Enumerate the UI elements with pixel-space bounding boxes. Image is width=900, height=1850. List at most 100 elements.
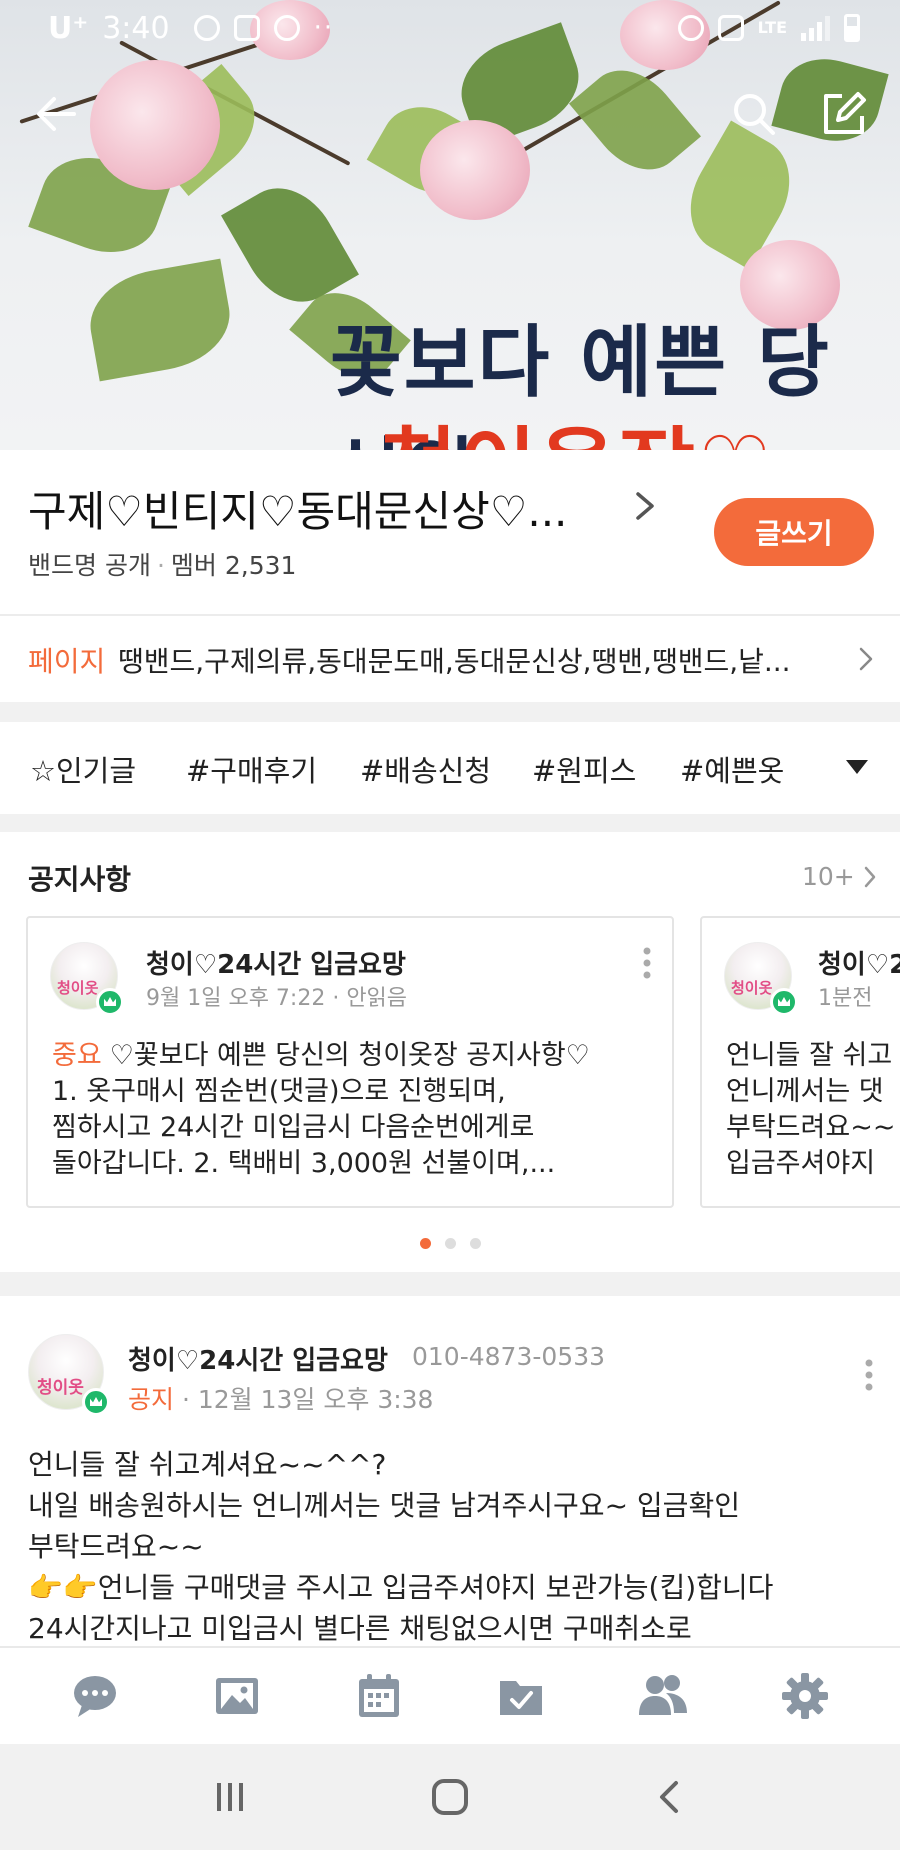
back-arrow-icon: [37, 97, 76, 131]
nav-calendar[interactable]: [349, 1666, 409, 1726]
home-button[interactable]: [420, 1767, 480, 1827]
notice-line: 언니들 잘 쉬고: [726, 1040, 893, 1071]
battery-icon: [844, 14, 860, 42]
crown-icon: [82, 1388, 110, 1416]
tag-popular[interactable]: ☆인기글: [30, 748, 136, 790]
system-navigation: [0, 1744, 900, 1850]
back-button[interactable]: [30, 88, 82, 140]
instagram-icon: [193, 15, 220, 41]
nav-chat[interactable]: [65, 1666, 125, 1726]
home-icon: [432, 1779, 468, 1815]
gallery-icon: [233, 15, 260, 41]
notice-body: 중요 ♡꽃보다 예쁜 당신의 청이옷장 공지사항♡ 1. 옷구매시 찜순번(댓글)…: [52, 1038, 662, 1182]
section-gap: [0, 702, 900, 722]
post-phone: 010-4873-0533: [412, 1342, 606, 1371]
image-icon: [216, 1678, 258, 1714]
notice-body: 언니들 잘 쉬고 언니께서는 댓 부탁드려요~~ 입금주셔야지: [726, 1038, 900, 1182]
band-cover-image: 꽃보다 예쁜 당신의 청이옷장♡: [0, 0, 900, 450]
pager-dot: [419, 1238, 431, 1249]
piggy-bank-icon: [273, 15, 300, 41]
notice-title: 공지사항: [28, 863, 132, 896]
page-tags: 땡밴드,구제의류,동대문도매,동대문신상,땡밴,땡밴드,낱...: [118, 645, 791, 678]
notice-date: 1분전: [818, 986, 873, 1011]
status-time: 3:40: [102, 10, 170, 46]
tag-pretty-clothes[interactable]: #예쁜옷: [680, 748, 784, 790]
post-date: · 12월 13일 오후 3:38: [181, 1385, 434, 1414]
hashtag-tabs: ☆인기글 #구매후기 #배송신청 #원피스 #예쁜옷: [0, 722, 900, 814]
tag-dress[interactable]: #원피스: [532, 748, 636, 790]
important-label: 중요: [52, 1040, 102, 1071]
notice-date: 9월 1일 오후 7:22 · 안읽음: [146, 986, 408, 1011]
notice-line: 찜하시고 24시간 미입금시 다음순번에게로: [52, 1112, 535, 1143]
member-count[interactable]: 멤버 2,531: [171, 551, 297, 580]
notice-count[interactable]: 10+: [802, 862, 855, 891]
band-name[interactable]: 구제♡빈티지♡동대문신상♡...: [28, 478, 567, 539]
notice-line: 1. 옷구매시 찜순번(댓글)으로 진행되며,: [52, 1076, 506, 1107]
crown-icon: [770, 988, 798, 1016]
nav-settings[interactable]: [775, 1666, 835, 1726]
post-line: 부탁드려요~~: [28, 1530, 204, 1563]
calendar-icon: [359, 1674, 399, 1717]
signal-icon: [801, 15, 830, 41]
more-options-icon[interactable]: [864, 1358, 874, 1392]
avatar-text: 청이옷: [731, 979, 773, 997]
more-options-icon[interactable]: [642, 946, 652, 980]
band-visibility: 밴드명 공개: [28, 551, 151, 580]
system-back-button[interactable]: [640, 1767, 700, 1827]
search-button[interactable]: [728, 88, 780, 140]
nav-files[interactable]: [491, 1666, 551, 1726]
nav-members[interactable]: [633, 1666, 693, 1726]
post-body: 언니들 잘 쉬고계셔요~~^^? 내일 배송원하시는 언니께서는 댓글 남겨주시…: [28, 1444, 888, 1646]
notice-label: 공지: [128, 1385, 175, 1414]
post-line: 언니들 잘 쉬고계셔요~~^^?: [28, 1448, 387, 1481]
compose-icon: [824, 92, 866, 134]
post-line: 👉👉언니들 구매댓글 주시고 입금주셔야지 보관가능(킵)합니다: [28, 1571, 774, 1604]
notice-line: 부탁드려요~~: [726, 1112, 896, 1143]
tag-purchase-review[interactable]: #구매후기: [186, 748, 317, 790]
post-meta: 공지 · 12월 13일 오후 3:38: [128, 1380, 433, 1416]
avatar-text: 청이옷: [57, 979, 99, 997]
recent-apps-icon: [217, 1783, 243, 1811]
back-chevron-icon: [660, 1781, 678, 1813]
recent-apps-button[interactable]: [200, 1767, 260, 1827]
tag-shipping-request[interactable]: #배송신청: [360, 748, 491, 790]
search-icon: [734, 94, 775, 135]
mute-icon: [717, 15, 744, 41]
expand-tags-icon[interactable]: [846, 760, 868, 774]
more-notifications-icon: ··: [313, 13, 335, 43]
carrier-label: U⁺: [48, 10, 89, 46]
avatar-text: 청이옷: [37, 1378, 84, 1398]
chevron-right-icon: [859, 647, 873, 671]
notice-author: 청이♡24시간 입금요망: [146, 950, 406, 980]
bottom-navigation: [0, 1646, 900, 1744]
section-gap: [0, 814, 900, 832]
post-author[interactable]: 청이♡24시간 입금요망: [128, 1340, 388, 1377]
notice-line: ♡꽃보다 예쁜 당신의 청이옷장 공지사항♡: [109, 1040, 590, 1071]
section-gap: [0, 1272, 900, 1296]
alarm-icon: [677, 15, 704, 41]
write-post-button[interactable]: 글쓰기: [714, 498, 874, 566]
carousel-pager: [0, 1238, 900, 1249]
compose-button[interactable]: [818, 88, 870, 140]
notice-line: 입금주셔야지: [726, 1148, 876, 1179]
nav-photos[interactable]: [207, 1666, 267, 1726]
chat-bubble-icon: [74, 1676, 116, 1717]
lte-label: LTE: [757, 18, 787, 37]
notice-section: 공지사항 10+ 청이옷 청이♡24시간 입금요망 9월 1일 오후 7:22 …: [0, 832, 900, 1272]
gear-icon: [782, 1673, 828, 1719]
status-bar: U⁺ 3:40 ·· LTE: [0, 0, 900, 56]
members-icon: [639, 1675, 687, 1715]
feed-post[interactable]: 청이옷 청이♡24시간 입금요망 010-4873-0533 공지 · 12월 …: [0, 1296, 900, 1646]
notice-line: 돌아갑니다. 2. 택배비 3,000원 선불이며,...: [52, 1148, 556, 1179]
pager-dot: [469, 1238, 481, 1249]
page-link-row[interactable]: 페이지 땡밴드,구제의류,동대문도매,동대문신상,땡밴,땡밴드,낱...: [0, 616, 900, 702]
crown-icon: [96, 988, 124, 1016]
folder-check-icon: [500, 1681, 542, 1715]
chevron-right-icon[interactable]: [862, 864, 878, 890]
chevron-right-icon[interactable]: [630, 486, 660, 526]
cover-subline: 청이옷장♡: [380, 400, 774, 450]
post-line: 내일 배송원하시는 언니께서는 댓글 남겨주시구요~ 입금확인: [28, 1489, 740, 1522]
notice-card[interactable]: 청이옷 청이♡24시간 입금요망 9월 1일 오후 7:22 · 안읽음 중요 ♡…: [26, 916, 674, 1208]
notice-card[interactable]: 청이옷 청이♡2 1분전 언니들 잘 쉬고 언니께서는 댓 부탁드려요~~ 입금…: [700, 916, 900, 1208]
post-line: 24시간지나고 미입금시 별다른 채팅없으시면 구매취소로: [28, 1612, 692, 1645]
